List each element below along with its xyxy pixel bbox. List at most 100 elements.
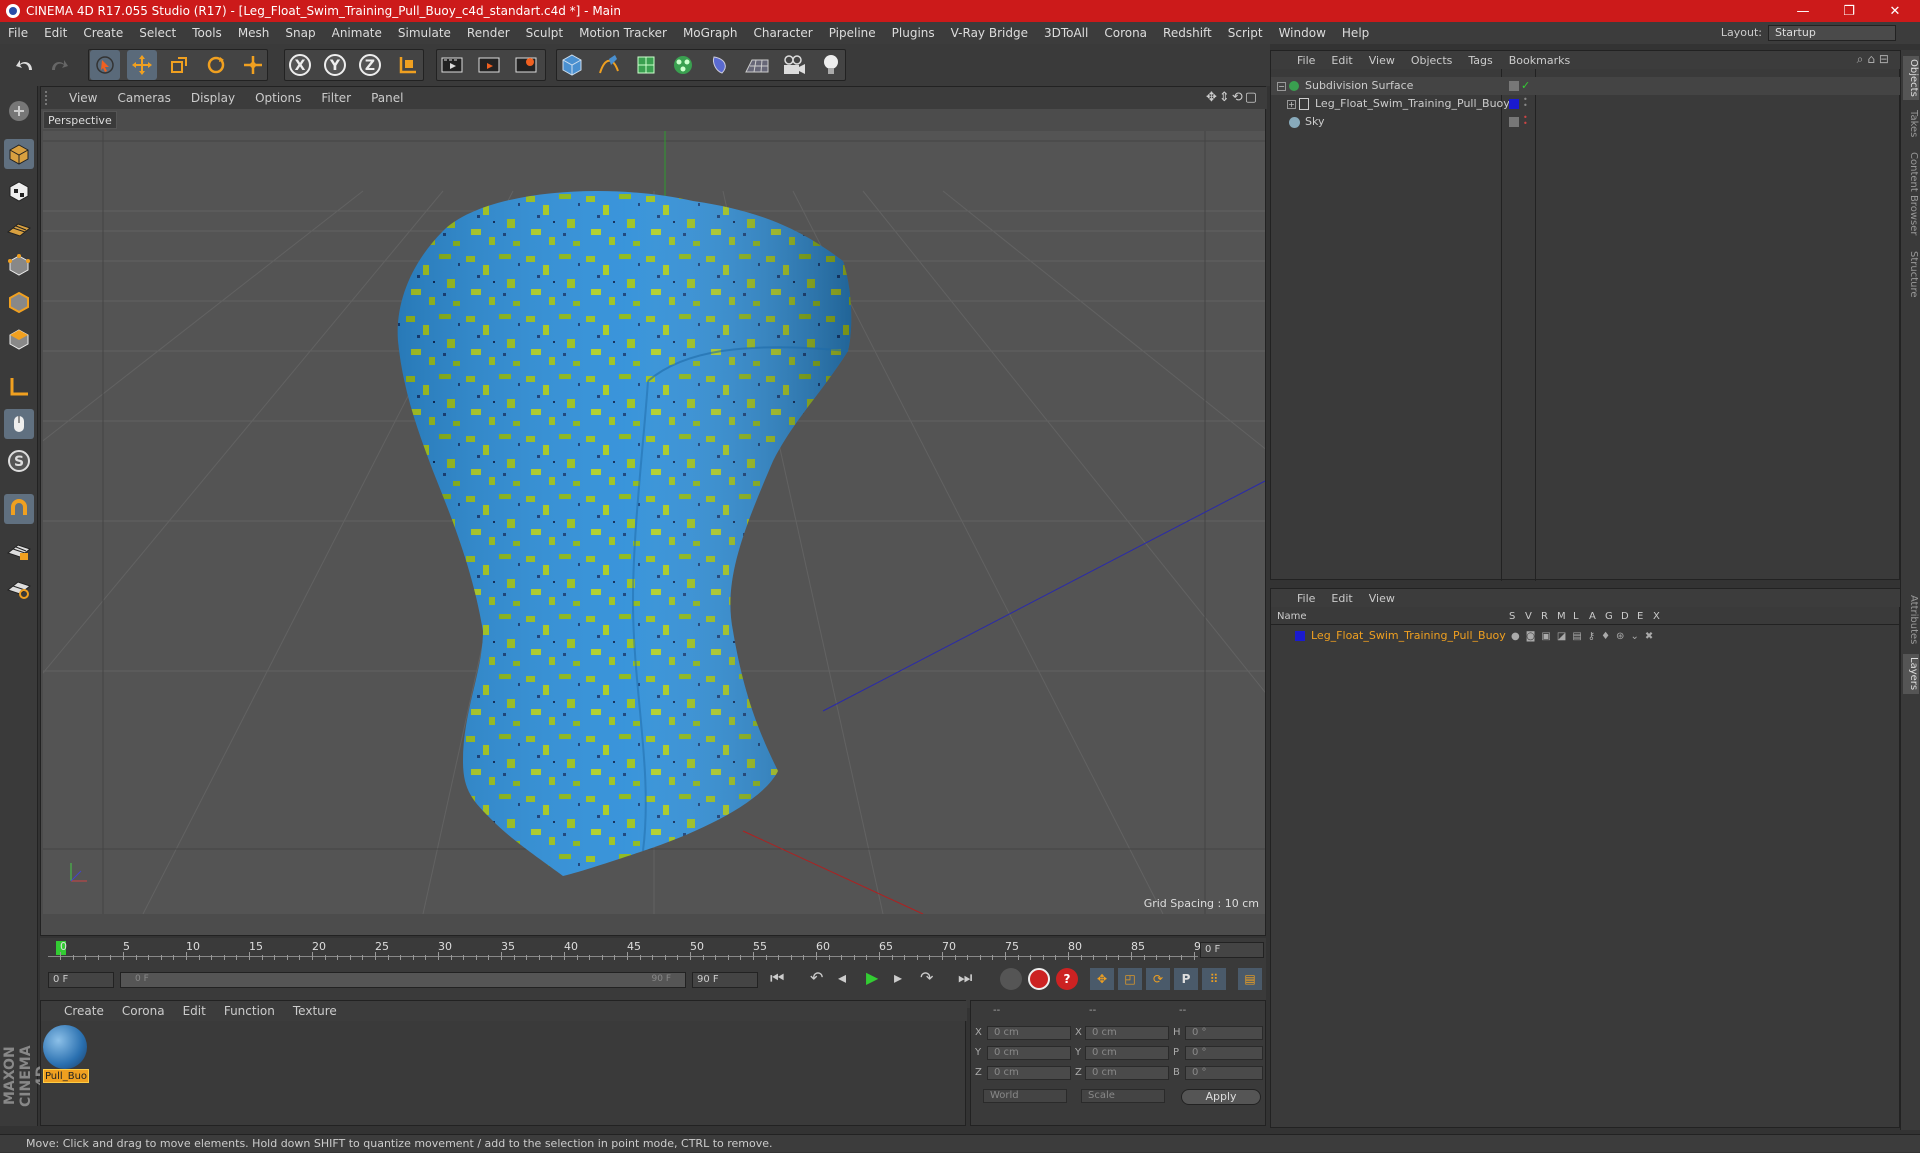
object-row-sky[interactable]: Sky • • xyxy=(1271,113,1901,131)
menu-motion-tracker[interactable]: Motion Tracker xyxy=(571,26,675,40)
viewport-scene[interactable]: Grid Spacing : 10 cm xyxy=(43,131,1265,914)
layers-menu-edit[interactable]: Edit xyxy=(1323,592,1360,605)
column-expressions[interactable]: E xyxy=(1637,611,1643,622)
subdivision-surface-icon[interactable] xyxy=(631,50,661,80)
current-frame-field[interactable]: 0 F xyxy=(1200,942,1264,958)
cloner-icon[interactable] xyxy=(668,50,698,80)
visibility-dots-icon[interactable]: • • xyxy=(1523,114,1528,128)
menu-plugins[interactable]: Plugins xyxy=(884,26,943,40)
rotation-b-field[interactable]: 0 ° xyxy=(1185,1066,1263,1080)
material-menu-corona[interactable]: Corona xyxy=(113,1004,174,1018)
deformer-icon[interactable] xyxy=(705,50,735,80)
tab-attributes[interactable]: Attributes xyxy=(1903,590,1919,650)
coordinate-space-dropdown[interactable]: World xyxy=(983,1089,1067,1103)
position-y-field[interactable]: 0 cm xyxy=(987,1046,1071,1060)
rotation-p-field[interactable]: 0 ° xyxy=(1185,1046,1263,1060)
menu-mograph[interactable]: MoGraph xyxy=(675,26,746,40)
play-icon[interactable]: ▶ xyxy=(866,968,892,992)
rotation-h-field[interactable]: 0 ° xyxy=(1185,1026,1263,1040)
size-z-field[interactable]: 0 cm xyxy=(1085,1066,1169,1080)
floor-icon[interactable] xyxy=(742,50,772,80)
step-forward-icon[interactable]: ▸ xyxy=(894,968,920,992)
scale-tool-icon[interactable] xyxy=(164,50,194,80)
menu-animate[interactable]: Animate xyxy=(324,26,390,40)
column-deformers[interactable]: D xyxy=(1621,611,1629,622)
render-view-icon[interactable] xyxy=(437,50,467,80)
viewport-nav-icons[interactable]: ✥⇕⟲▢ xyxy=(1206,90,1259,105)
tab-objects[interactable]: Objects xyxy=(1903,56,1919,100)
keyframe-rotation-icon[interactable]: ⟳ xyxy=(1146,968,1170,990)
size-y-field[interactable]: 0 cm xyxy=(1085,1046,1169,1060)
column-manager[interactable]: M xyxy=(1557,611,1566,622)
undo-icon[interactable] xyxy=(10,50,40,80)
timeline-window-icon[interactable]: ▤ xyxy=(1238,968,1262,990)
column-locked[interactable]: L xyxy=(1573,611,1579,622)
magnet-icon[interactable] xyxy=(4,494,34,524)
menu-3dtoall[interactable]: 3DToAll xyxy=(1036,26,1096,40)
menu-window[interactable]: Window xyxy=(1271,26,1334,40)
end-frame-field[interactable]: 90 F xyxy=(692,972,758,988)
menu-corona[interactable]: Corona xyxy=(1096,26,1155,40)
rotate-tool-icon[interactable] xyxy=(201,50,231,80)
objects-menu-edit[interactable]: Edit xyxy=(1323,54,1360,67)
objects-menu-tags[interactable]: Tags xyxy=(1460,54,1500,67)
menu-select[interactable]: Select xyxy=(131,26,184,40)
size-mode-dropdown[interactable]: Scale xyxy=(1081,1089,1165,1103)
coordinate-system-icon[interactable] xyxy=(392,50,422,80)
go-to-start-icon[interactable]: ⏮ xyxy=(770,968,796,992)
tab-content-browser[interactable]: Content Browser xyxy=(1903,148,1919,240)
size-x-field[interactable]: 0 cm xyxy=(1085,1026,1169,1040)
objects-menu-view[interactable]: View xyxy=(1361,54,1403,67)
column-view[interactable]: V xyxy=(1525,611,1532,622)
move-tool-icon[interactable] xyxy=(127,50,157,80)
menu-create[interactable]: Create xyxy=(75,26,131,40)
keyframe-parameter-icon[interactable]: P xyxy=(1174,968,1198,990)
keyframe-pla-icon[interactable]: ⠿ xyxy=(1202,968,1226,990)
layout-dropdown[interactable]: Startup xyxy=(1768,25,1896,41)
column-name[interactable]: Name xyxy=(1277,611,1307,622)
axis-mode-icon[interactable] xyxy=(4,372,34,402)
timeline-ruler[interactable]: 051015202530354045505560657075808590 xyxy=(48,938,1208,960)
menu-tools[interactable]: Tools xyxy=(184,26,230,40)
visibility-dots-icon[interactable]: • • xyxy=(1523,96,1528,110)
layers-menu-view[interactable]: View xyxy=(1361,592,1403,605)
z-axis-lock-icon[interactable]: Z xyxy=(355,50,385,80)
layer-color-icon[interactable] xyxy=(1295,631,1305,641)
menu-simulate[interactable]: Simulate xyxy=(390,26,459,40)
restore-button[interactable]: ❐ xyxy=(1826,0,1872,22)
next-keyframe-icon[interactable]: ↷ xyxy=(920,968,946,992)
workplane-snap-icon[interactable] xyxy=(4,573,34,603)
layer-name[interactable]: Leg_Float_Swim_Training_Pull_Buoy xyxy=(1311,627,1506,645)
light-icon[interactable] xyxy=(816,50,846,80)
workplane-lock-icon[interactable] xyxy=(4,536,34,566)
viewport-menu-display[interactable]: Display xyxy=(181,91,245,105)
apply-button[interactable]: Apply xyxy=(1181,1089,1261,1105)
spline-pen-icon[interactable] xyxy=(594,50,624,80)
viewport-menu-filter[interactable]: Filter xyxy=(311,91,361,105)
menu-render[interactable]: Render xyxy=(459,26,518,40)
close-button[interactable]: ✕ xyxy=(1872,0,1918,22)
position-x-field[interactable]: 0 cm xyxy=(987,1026,1071,1040)
autokey-icon[interactable]: ? xyxy=(1056,968,1078,990)
polygons-mode-icon[interactable] xyxy=(4,324,34,354)
column-animation[interactable]: A xyxy=(1589,611,1596,622)
objects-menu-file[interactable]: File xyxy=(1289,54,1323,67)
tab-structure[interactable]: Structure xyxy=(1903,246,1919,302)
viewport-menu-cameras[interactable]: Cameras xyxy=(107,91,180,105)
select-tool-icon[interactable] xyxy=(90,50,120,80)
expand-icon[interactable]: + xyxy=(1287,100,1296,109)
menu-character[interactable]: Character xyxy=(745,26,820,40)
viewport-menu-panel[interactable]: Panel xyxy=(361,91,413,105)
points-mode-icon[interactable] xyxy=(4,250,34,280)
menu-vray-bridge[interactable]: V-Ray Bridge xyxy=(943,26,1036,40)
material-swatch[interactable]: Pull_Buo xyxy=(43,1025,89,1083)
viewport-menu-options[interactable]: Options xyxy=(245,91,311,105)
start-frame-field[interactable]: 0 F xyxy=(48,972,114,988)
tab-takes[interactable]: Takes xyxy=(1903,106,1919,142)
y-axis-lock-icon[interactable]: Y xyxy=(320,50,350,80)
snap-icon[interactable]: S xyxy=(4,446,34,476)
material-menu-edit[interactable]: Edit xyxy=(174,1004,215,1018)
column-xref[interactable]: X xyxy=(1653,611,1660,622)
record-keyframe-icon[interactable] xyxy=(1028,968,1050,990)
transform-tool-icon[interactable] xyxy=(238,50,268,80)
